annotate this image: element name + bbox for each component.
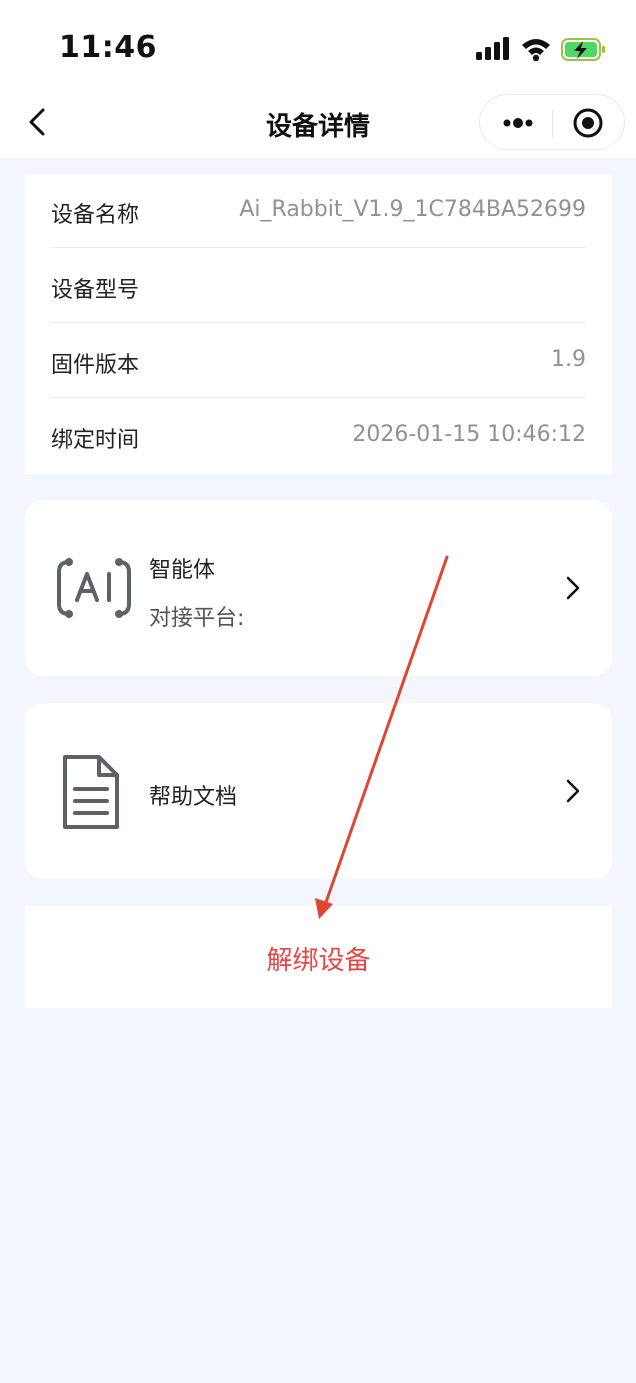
status-icons [476,37,605,62]
info-row-firmware: 固件版本 1.9 [51,324,586,398]
battery-charging-icon [561,38,605,61]
info-label: 设备型号 [51,278,140,303]
row-divider [51,247,586,248]
agent-title: 智能体 [149,558,216,583]
row-divider [51,397,586,398]
mini-program-capsule [479,94,625,150]
more-icon[interactable] [500,109,536,137]
nav-bar: 设备详情 [0,86,636,158]
info-value: 2026-01-15 10:46:12 [352,422,586,447]
wifi-icon [522,39,550,62]
chevron-right-icon [566,779,580,803]
capsule-divider [552,109,553,137]
row-divider [51,322,586,323]
document-icon [63,755,119,829]
agent-platform: 对接平台: [149,606,245,631]
signal-icon [476,37,509,60]
help-docs-title: 帮助文档 [149,785,238,810]
ai-icon [57,558,131,618]
close-target-icon[interactable] [572,107,604,139]
agent-card[interactable]: 智能体 对接平台: [25,500,612,676]
info-row-model: 设备型号 [51,249,586,323]
unbind-label: 解绑设备 [266,946,371,976]
status-time: 11:46 [59,30,157,65]
device-info-card: 设备名称 Ai_Rabbit_V1.9_1C784BA52699 设备型号 固件… [25,174,612,474]
unbind-device-button[interactable]: 解绑设备 [25,906,612,1008]
info-value: Ai_Rabbit_V1.9_1C784BA52699 [239,197,586,222]
status-bar: 11:46 [0,0,636,95]
info-label: 设备名称 [51,203,140,228]
info-label: 固件版本 [51,353,140,378]
info-row-name: 设备名称 Ai_Rabbit_V1.9_1C784BA52699 [51,174,586,248]
info-row-bind-time: 绑定时间 2026-01-15 10:46:12 [51,399,586,473]
help-docs-card[interactable]: 帮助文档 [25,703,612,879]
info-label: 绑定时间 [51,428,140,453]
chevron-right-icon [566,576,580,600]
info-value: 1.9 [551,347,586,372]
